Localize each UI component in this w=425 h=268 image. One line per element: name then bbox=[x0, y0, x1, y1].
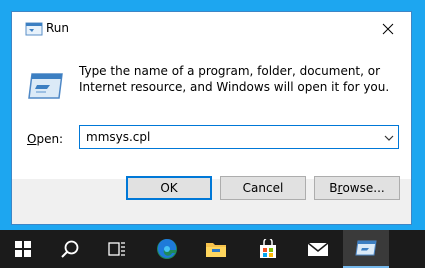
open-label-text: pen: bbox=[36, 132, 64, 146]
mail-icon bbox=[307, 242, 329, 256]
open-input-value[interactable]: mmsys.cpl bbox=[86, 130, 150, 144]
instruction-text: Type the name of a program, folder, docu… bbox=[79, 64, 390, 94]
ok-button-label: OK bbox=[160, 181, 178, 195]
browse-button[interactable]: Br owse... bbox=[314, 176, 400, 200]
window-title: Run bbox=[46, 21, 70, 35]
dialog-content: Type the name of a program, folder, docu… bbox=[12, 46, 411, 179]
run-taskbar-button[interactable] bbox=[343, 230, 389, 268]
open-combobox[interactable]: mmsys.cpl bbox=[79, 125, 399, 149]
cancel-button-label: Cancel bbox=[242, 181, 284, 195]
chevron-down-icon[interactable] bbox=[384, 134, 394, 142]
run-dialog: Run Type the name of a program, folder, … bbox=[11, 11, 412, 225]
title-bar[interactable]: Run bbox=[12, 12, 411, 46]
store-icon bbox=[260, 239, 276, 258]
cancel-button[interactable]: Cancel bbox=[220, 176, 306, 200]
browse-label-prefix: B bbox=[329, 181, 338, 195]
run-icon bbox=[355, 240, 377, 256]
start-button[interactable] bbox=[0, 230, 46, 268]
ok-button[interactable]: OK bbox=[126, 176, 212, 200]
start-icon bbox=[15, 241, 31, 257]
close-icon bbox=[382, 23, 394, 35]
search-icon bbox=[61, 240, 79, 258]
run-icon bbox=[28, 73, 63, 99]
store-taskbar-button[interactable] bbox=[245, 230, 291, 268]
mail-taskbar-button[interactable] bbox=[295, 230, 341, 268]
task-view-button[interactable] bbox=[94, 230, 140, 268]
open-label: Open: bbox=[27, 132, 63, 146]
file-explorer-icon bbox=[206, 243, 226, 257]
file-explorer-taskbar-button[interactable] bbox=[193, 230, 239, 268]
run-icon bbox=[25, 22, 43, 36]
edge-icon bbox=[157, 238, 177, 259]
search-button[interactable] bbox=[47, 230, 93, 268]
close-button[interactable] bbox=[365, 12, 411, 46]
browse-label-rest: owse... bbox=[342, 181, 385, 195]
taskbar bbox=[0, 230, 425, 268]
task-view-icon bbox=[108, 242, 125, 256]
edge-taskbar-button[interactable] bbox=[144, 230, 190, 268]
